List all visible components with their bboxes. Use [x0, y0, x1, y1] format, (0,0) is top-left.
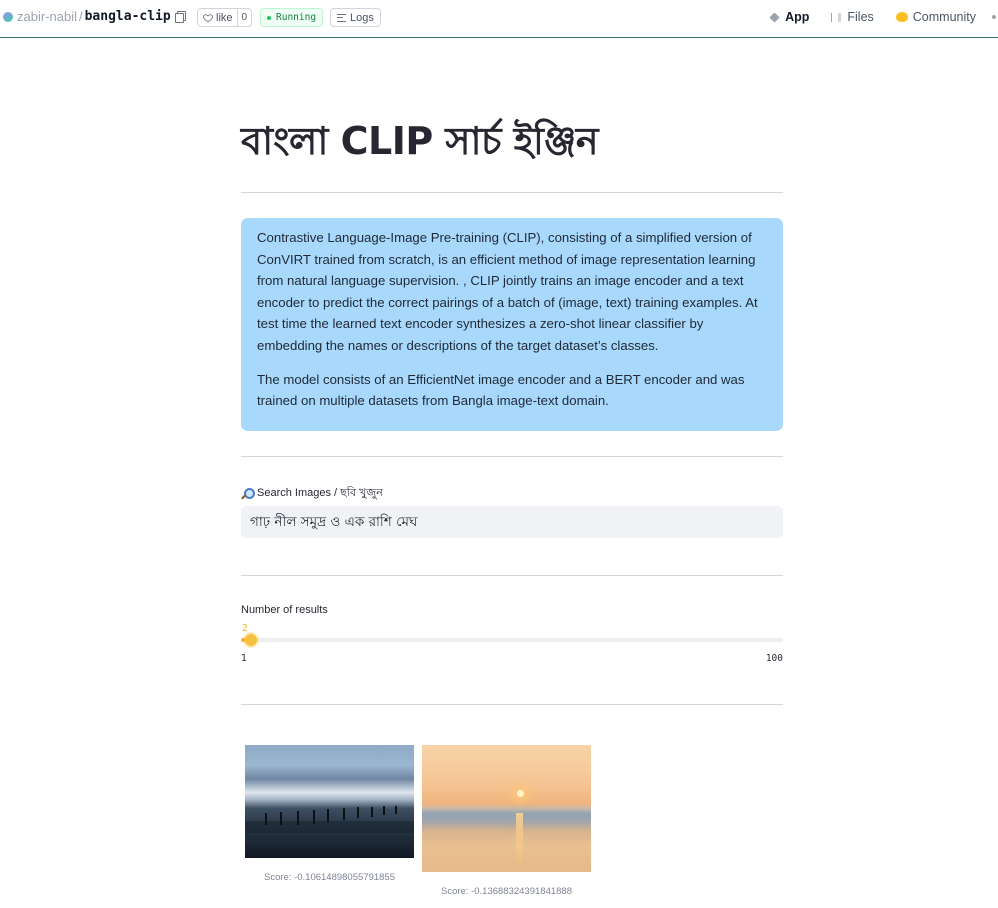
divider: [241, 456, 783, 457]
tab-files-label: Files: [847, 10, 874, 24]
info-box: Contrastive Language-Image Pre-training …: [241, 218, 783, 431]
wooden-posts-decoration: [245, 806, 414, 833]
copy-icon[interactable]: [174, 11, 186, 23]
app-cube-icon: [769, 11, 780, 23]
slider-label: Number of results: [241, 604, 328, 616]
heart-icon: [203, 13, 213, 22]
sun-reflection-decoration: [516, 813, 523, 863]
divider: [241, 575, 783, 576]
search-label: Search Images / ছবি খুজুন: [241, 484, 383, 503]
like-label: like: [216, 11, 233, 24]
logs-label: Logs: [350, 11, 374, 24]
tab-app-label: App: [785, 10, 810, 24]
divider: [241, 704, 783, 705]
result-image-sunset-sea[interactable]: [422, 745, 591, 872]
magnifier-icon: [241, 487, 255, 500]
space-nav: App Files Community: [769, 10, 998, 24]
repo-breadcrumb: zabir-nabil / bangla-clip: [3, 9, 186, 24]
like-main[interactable]: like: [198, 9, 237, 26]
tab-app[interactable]: App: [769, 10, 810, 24]
divider: [241, 192, 783, 193]
result-image-beach-clouds[interactable]: [245, 745, 414, 858]
logs-icon: [337, 13, 346, 22]
breadcrumb-separator: /: [78, 9, 83, 24]
slider-max: 100: [765, 653, 783, 664]
description-paragraph: The model consists of an EfficientNet im…: [257, 371, 745, 409]
community-icon: [895, 12, 908, 22]
search-input[interactable]: [241, 506, 783, 538]
tab-community[interactable]: Community: [895, 10, 998, 24]
repo-name-link[interactable]: bangla-clip: [85, 9, 171, 24]
user-avatar[interactable]: [3, 11, 13, 22]
more-options-icon[interactable]: [992, 15, 996, 19]
status-dot-icon: [267, 15, 271, 20]
files-icon: [831, 12, 842, 22]
tab-files[interactable]: Files: [831, 10, 874, 24]
result-item: Score: -0.13688324391841888: [422, 745, 591, 897]
description-paragraph: Contrastive Language-Image Pre-training …: [257, 230, 758, 353]
result-score: Score: -0.10614898055791855: [263, 872, 395, 883]
repo-owner-link[interactable]: zabir-nabil: [17, 9, 77, 24]
page-title: বাংলা CLIP সার্চ ইঞ্জিন: [241, 119, 599, 163]
logs-button[interactable]: Logs: [330, 8, 381, 27]
result-score: Score: -0.13688324391841888: [440, 886, 572, 897]
slider-min: 1: [241, 653, 247, 664]
top-bar: zabir-nabil / bangla-clip like 0 Running…: [0, 0, 998, 38]
slider-thumb[interactable]: [245, 634, 258, 646]
like-count: 0: [236, 9, 252, 26]
like-button[interactable]: like 0: [197, 8, 253, 27]
sun-decoration: [517, 790, 524, 797]
status-badge[interactable]: Running: [260, 8, 324, 27]
slider-track[interactable]: [241, 638, 783, 642]
status-label: Running: [276, 12, 317, 23]
slider-value: 2: [242, 623, 248, 634]
tab-community-label: Community: [912, 10, 976, 24]
search-label-text: Search Images / ছবি খুজুন: [257, 487, 383, 499]
result-item: Score: -0.10614898055791855: [245, 745, 414, 883]
